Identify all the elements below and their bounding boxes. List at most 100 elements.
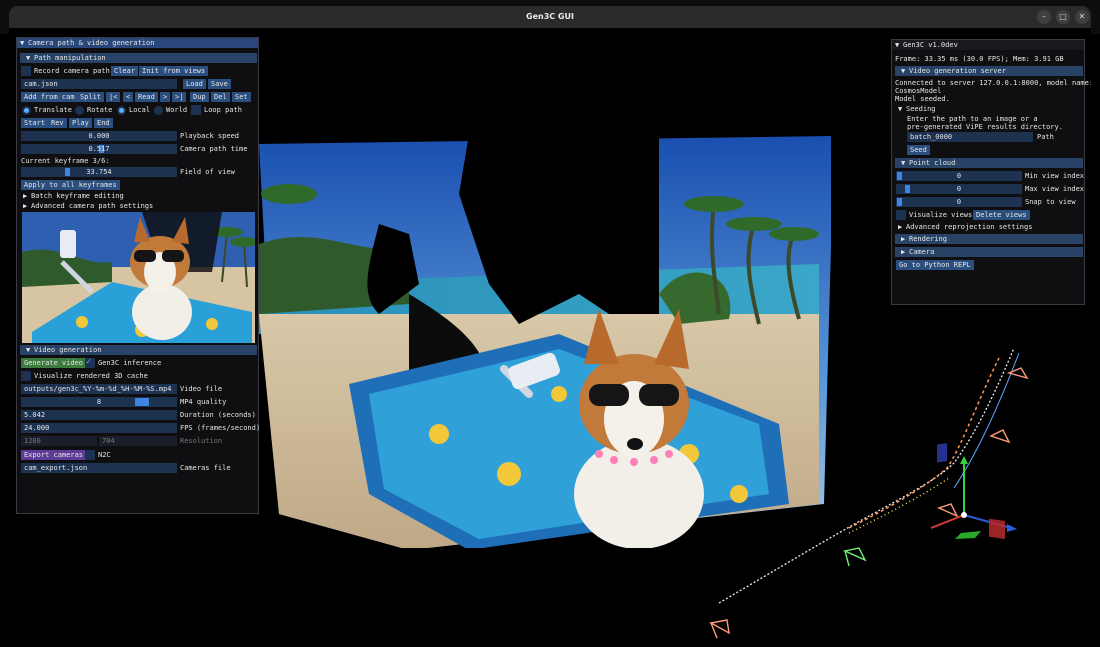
snap-to-view-slider[interactable]: 0 xyxy=(896,197,1022,207)
camera-path-file-input[interactable]: cam.json xyxy=(21,79,177,89)
maximize-button[interactable]: □ xyxy=(1056,10,1070,24)
last-keyframe-button[interactable]: >| xyxy=(172,92,187,102)
record-path-label: Record camera path xyxy=(34,67,110,75)
load-button[interactable]: Load xyxy=(183,79,206,89)
video-file-label: Video file xyxy=(180,385,223,393)
point-cloud-header[interactable]: ▼ Point cloud xyxy=(895,158,1083,168)
reverse-button[interactable]: Rev xyxy=(48,118,67,128)
collapse-arrow-icon: ▼ xyxy=(898,105,903,113)
next-keyframe-button[interactable]: > xyxy=(160,92,171,102)
record-path-checkbox[interactable] xyxy=(21,66,31,76)
field-of-view-slider[interactable]: 33.754 xyxy=(21,167,177,177)
max-view-index-label: Max view index xyxy=(1025,185,1085,193)
fps-input[interactable]: 24.000 xyxy=(21,423,177,433)
slider-grab[interactable] xyxy=(135,398,149,406)
duplicate-button[interactable]: Dup xyxy=(190,92,209,102)
add-from-cam-button[interactable]: Add from cam xyxy=(21,92,78,102)
expand-arrow-icon: ▶ xyxy=(901,235,906,243)
split-button[interactable]: Split xyxy=(77,92,105,102)
seed-button[interactable]: Seed xyxy=(907,145,930,155)
expand-arrow-icon: ▶ xyxy=(23,202,28,210)
python-repl-button[interactable]: Go to Python REPL xyxy=(896,260,974,270)
camera-path-panel[interactable]: ▼ Camera path & video generation ▼ Path ma… xyxy=(16,37,261,514)
playback-speed-slider[interactable]: 0.000 xyxy=(21,131,177,141)
slider-grab[interactable] xyxy=(65,168,70,176)
close-button[interactable]: ✕ xyxy=(1075,10,1089,24)
camera-frustum-icon xyxy=(708,619,730,639)
delete-button[interactable]: Del xyxy=(211,92,230,102)
translate-label: Translate xyxy=(34,106,72,114)
advanced-camera-path-node[interactable]: ▶ Advanced camera path settings xyxy=(23,201,153,211)
play-button[interactable]: Play xyxy=(69,118,92,128)
save-button[interactable]: Save xyxy=(208,79,231,89)
video-generation-header[interactable]: ▼ Video generation xyxy=(20,345,257,355)
seeding-node[interactable]: ▼ Seeding xyxy=(898,104,936,114)
camera-header[interactable]: ▶ Camera xyxy=(895,247,1083,257)
camera-path-time-label: Camera path time xyxy=(180,145,248,153)
loop-path-label: Loop path xyxy=(204,106,242,114)
transform-gizmo[interactable] xyxy=(930,443,1017,540)
mp4-quality-slider[interactable]: 8 xyxy=(21,397,177,407)
gen3c-inference-label: Gen3C inference xyxy=(98,359,162,367)
video-server-header[interactable]: ▼ Video generation server xyxy=(895,66,1083,76)
advanced-reprojection-node[interactable]: ▶ Advanced reprojection settings xyxy=(898,222,1032,232)
playback-speed-label: Playback speed xyxy=(180,132,240,140)
video-file-input[interactable]: outputs/gen3c_%Y-%m-%d_%H-%M-%S.mp4 xyxy=(21,384,177,394)
start-button[interactable]: Start xyxy=(21,118,49,128)
slider-grab[interactable] xyxy=(905,185,910,193)
current-keyframe-text: Current keyframe 3/6: xyxy=(21,157,110,165)
delete-views-button[interactable]: Delete views xyxy=(973,210,1030,220)
max-view-index-slider[interactable]: 0 xyxy=(896,184,1022,194)
translate-radio[interactable] xyxy=(22,106,31,115)
first-keyframe-button[interactable]: |< xyxy=(106,92,121,102)
end-button[interactable]: End xyxy=(94,118,113,128)
server-status-line3: Model seeded. xyxy=(895,95,950,103)
rendering-header[interactable]: ▶ Rendering xyxy=(895,234,1083,244)
rotate-radio[interactable] xyxy=(75,106,84,115)
panel-titlebar[interactable]: ▼ Gen3C v1.0dev xyxy=(892,40,1084,50)
minimize-button[interactable]: – xyxy=(1037,10,1051,24)
resolution-width-input: 1280 xyxy=(21,436,97,446)
apply-to-all-keyframes-button[interactable]: Apply to all keyframes xyxy=(21,180,120,190)
min-view-index-slider[interactable]: 0 xyxy=(896,171,1022,181)
duration-label: Duration (seconds) xyxy=(180,411,256,419)
world-radio[interactable] xyxy=(154,106,163,115)
resolution-label: Resolution xyxy=(180,437,223,445)
3d-viewport[interactable]: ▼ Camera path & video generation ▼ Path ma… xyxy=(9,28,1091,647)
n2c-label: N2C xyxy=(98,451,111,459)
gen3c-inference-checkbox[interactable] xyxy=(85,357,95,368)
cameras-file-input[interactable]: cam_export.json xyxy=(21,463,177,473)
visualize-views-checkbox[interactable] xyxy=(896,210,906,220)
resolution-height-input: 704 xyxy=(99,436,177,446)
visualize-3d-cache-checkbox[interactable] xyxy=(21,371,31,381)
slider-grab[interactable] xyxy=(897,172,902,180)
clear-button[interactable]: Clear xyxy=(111,66,139,76)
export-cameras-button[interactable]: Export cameras xyxy=(21,450,87,460)
duration-input[interactable]: 5.042 xyxy=(21,410,177,420)
min-view-index-label: Min view index xyxy=(1025,172,1085,180)
batch-keyframe-editing-node[interactable]: ▶ Batch keyframe editing xyxy=(23,191,124,201)
set-button[interactable]: Set xyxy=(232,92,251,102)
camera-trajectory-overlay[interactable] xyxy=(699,338,1039,643)
collapse-arrow-icon[interactable]: ▼ xyxy=(895,40,903,50)
camera-path-time-slider[interactable]: 0.517 xyxy=(21,144,177,154)
cameras-file-label: Cameras file xyxy=(180,464,231,472)
loop-path-checkbox[interactable] xyxy=(191,105,201,115)
collapse-arrow-icon[interactable]: ▼ xyxy=(20,38,28,48)
panel-titlebar[interactable]: ▼ Camera path & video generation xyxy=(17,38,258,48)
read-button[interactable]: Read xyxy=(135,92,158,102)
gen3c-status-panel[interactable]: ▼ Gen3C v1.0dev Frame: 33.35 ms (30.0 FPS… xyxy=(891,39,1091,305)
prev-keyframe-button[interactable]: < xyxy=(123,92,134,102)
expand-arrow-icon: ▶ xyxy=(23,192,28,200)
rotate-label: Rotate xyxy=(87,106,113,114)
local-radio[interactable] xyxy=(117,106,126,115)
panel-title: Camera path & video generation xyxy=(28,39,155,47)
generate-video-button[interactable]: Generate video xyxy=(21,358,87,368)
n2c-checkbox[interactable] xyxy=(85,450,95,460)
init-from-views-button[interactable]: Init from views xyxy=(139,66,209,76)
expand-arrow-icon: ▶ xyxy=(898,223,903,231)
path-manipulation-header[interactable]: ▼ Path manipulation xyxy=(20,53,257,63)
slider-grab[interactable] xyxy=(897,198,902,206)
fps-label: FPS (frames/second) xyxy=(180,424,261,432)
seed-path-input[interactable]: batch_0000 xyxy=(907,132,1033,142)
